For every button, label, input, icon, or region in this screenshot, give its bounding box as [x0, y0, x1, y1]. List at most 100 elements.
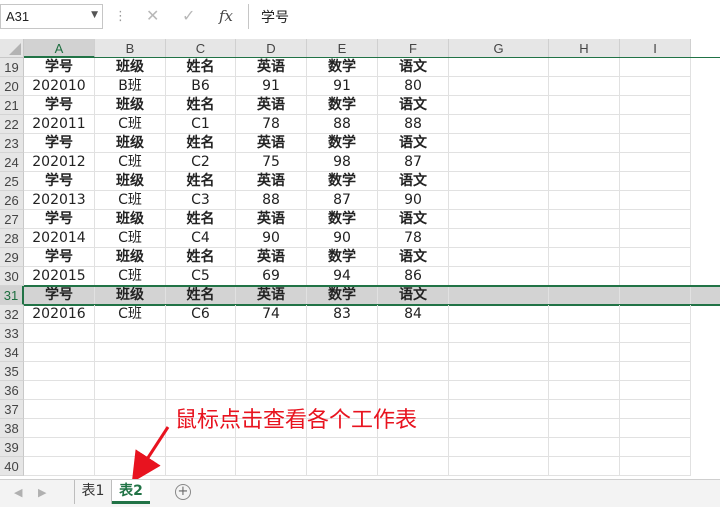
scroll-left-icon[interactable]: ◀	[14, 486, 22, 499]
cell-f[interactable]	[378, 343, 449, 362]
cell-c[interactable]: C3	[166, 191, 236, 210]
cell-f[interactable]: 语文	[378, 96, 449, 115]
cell-f[interactable]: 88	[378, 115, 449, 134]
column-header-e[interactable]: E	[307, 39, 378, 58]
cell-g[interactable]	[449, 115, 549, 134]
cell-h[interactable]	[549, 305, 620, 324]
cell-e[interactable]	[307, 343, 378, 362]
cell-g[interactable]	[449, 286, 549, 305]
column-header-i[interactable]: I	[620, 39, 691, 58]
cell-i[interactable]	[620, 210, 691, 229]
cell-d[interactable]	[236, 362, 307, 381]
cell-i[interactable]	[620, 305, 691, 324]
cell-h[interactable]	[549, 77, 620, 96]
cell-i[interactable]	[620, 96, 691, 115]
cell-i[interactable]	[620, 381, 691, 400]
column-header-h[interactable]: H	[549, 39, 620, 58]
cell-g[interactable]	[449, 438, 549, 457]
cell-i[interactable]	[620, 343, 691, 362]
cell-b[interactable]: 班级	[95, 96, 166, 115]
check-icon[interactable]: ✓	[182, 6, 195, 25]
cell-g[interactable]	[449, 96, 549, 115]
cell-i[interactable]	[620, 191, 691, 210]
cell-d[interactable]: 英语	[236, 134, 307, 153]
name-box[interactable]: A31 ▼	[0, 4, 103, 29]
cell-f[interactable]: 语文	[378, 58, 449, 77]
cell-b[interactable]	[95, 362, 166, 381]
row-header[interactable]: 21	[0, 96, 24, 115]
table-row[interactable]: 202014 C班 C4 90 90 78	[24, 229, 720, 248]
cell-e[interactable]: 88	[307, 115, 378, 134]
cell-b[interactable]: 班级	[95, 286, 166, 305]
cell-d[interactable]: 74	[236, 305, 307, 324]
cell-a[interactable]: 202016	[24, 305, 95, 324]
row-header[interactable]: 19	[0, 58, 24, 77]
cell-g[interactable]	[449, 381, 549, 400]
row-header[interactable]: 33	[0, 324, 24, 343]
table-row[interactable]: 学号 班级 姓名 英语 数学 语文	[24, 248, 720, 267]
column-header-d[interactable]: D	[236, 39, 307, 58]
cell-f[interactable]	[378, 381, 449, 400]
cell-f[interactable]: 语文	[378, 172, 449, 191]
cell-e[interactable]: 数学	[307, 248, 378, 267]
cell-a[interactable]	[24, 419, 95, 438]
cell-e[interactable]	[307, 324, 378, 343]
cell-c[interactable]: 姓名	[166, 210, 236, 229]
cell-d[interactable]: 91	[236, 77, 307, 96]
cell-f[interactable]	[378, 324, 449, 343]
cell-g[interactable]	[449, 210, 549, 229]
sheet-tab-1[interactable]: 表1	[74, 480, 112, 504]
table-row[interactable]: 学号 班级 姓名 英语 数学 语文	[24, 58, 720, 77]
cell-d[interactable]	[236, 438, 307, 457]
row-header[interactable]: 36	[0, 381, 24, 400]
cell-b[interactable]	[95, 381, 166, 400]
cell-c[interactable]: C6	[166, 305, 236, 324]
cell-g[interactable]	[449, 134, 549, 153]
cell-h[interactable]	[549, 191, 620, 210]
row-header[interactable]: 38	[0, 419, 24, 438]
row-header[interactable]: 35	[0, 362, 24, 381]
cell-b[interactable]: C班	[95, 191, 166, 210]
cell-a[interactable]: 学号	[24, 248, 95, 267]
cell-i[interactable]	[620, 58, 691, 77]
row-header[interactable]: 22	[0, 115, 24, 134]
cell-b[interactable]: C班	[95, 305, 166, 324]
cell-f[interactable]: 86	[378, 267, 449, 286]
cell-c[interactable]	[166, 343, 236, 362]
cell-d[interactable]: 英语	[236, 248, 307, 267]
plus-circle-icon[interactable]: +	[175, 484, 191, 500]
cell-g[interactable]	[449, 58, 549, 77]
cell-e[interactable]: 94	[307, 267, 378, 286]
table-row[interactable]	[24, 457, 720, 476]
cell-g[interactable]	[449, 229, 549, 248]
sheet-tab-2[interactable]: 表2	[112, 480, 150, 504]
cell-i[interactable]	[620, 286, 691, 305]
cell-d[interactable]: 英语	[236, 58, 307, 77]
table-row[interactable]: 学号 班级 姓名 英语 数学 语文	[24, 210, 720, 229]
cell-a[interactable]	[24, 324, 95, 343]
cell-b[interactable]: 班级	[95, 248, 166, 267]
cell-e[interactable]: 90	[307, 229, 378, 248]
cell-c[interactable]: 姓名	[166, 172, 236, 191]
cell-e[interactable]: 数学	[307, 210, 378, 229]
cell-c[interactable]	[166, 324, 236, 343]
cell-b[interactable]: C班	[95, 229, 166, 248]
cell-g[interactable]	[449, 191, 549, 210]
cell-g[interactable]	[449, 324, 549, 343]
cell-a[interactable]: 202014	[24, 229, 95, 248]
cell-f[interactable]: 78	[378, 229, 449, 248]
cell-g[interactable]	[449, 172, 549, 191]
cell-h[interactable]	[549, 400, 620, 419]
select-all-corner[interactable]	[0, 39, 24, 58]
cell-d[interactable]: 88	[236, 191, 307, 210]
table-row[interactable]: 学号 班级 姓名 英语 数学 语文	[24, 134, 720, 153]
cell-e[interactable]	[307, 381, 378, 400]
cell-e[interactable]: 83	[307, 305, 378, 324]
row-header[interactable]: 37	[0, 400, 24, 419]
close-icon[interactable]: ✕	[146, 6, 159, 25]
table-row[interactable]: 202011 C班 C1 78 88 88	[24, 115, 720, 134]
cell-c[interactable]: C5	[166, 267, 236, 286]
cell-f[interactable]	[378, 457, 449, 476]
cell-h[interactable]	[549, 457, 620, 476]
cell-c[interactable]: C1	[166, 115, 236, 134]
